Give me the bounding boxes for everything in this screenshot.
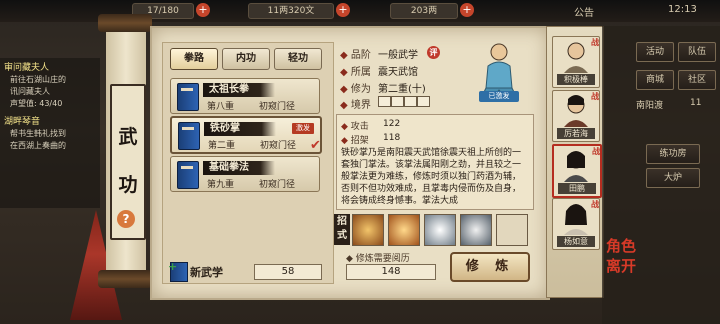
character-card-selected[interactable]: 战 田鹏: [552, 144, 602, 198]
skill-level: 第九重: [207, 180, 235, 190]
skill-description-box: ◆ 攻击 122 ◆ 招架 118 铁砂掌乃是南阳震天武馆徐震天祖上所创的一套独…: [336, 114, 534, 210]
location-count: 11: [690, 98, 702, 108]
add-gold-button[interactable]: +: [460, 3, 474, 17]
realm-slot: [417, 96, 430, 107]
realm-label: ◆ 境界: [340, 100, 371, 111]
quest-line: 在西湖上奏曲的: [10, 141, 66, 150]
realm-slot: [391, 96, 404, 107]
character-card[interactable]: 战 厉若海: [552, 90, 600, 142]
skill-book-icon: [178, 122, 200, 150]
quest-line: 声望值: 43/40: [10, 99, 63, 108]
grade-label: ◆ 品阶: [340, 50, 371, 61]
battle-tag: 战: [592, 147, 600, 156]
quest-line: 讯问藏夫人: [10, 87, 50, 96]
role-leave-button[interactable]: 角色 离开: [606, 236, 636, 276]
tab-internal[interactable]: 内功: [222, 48, 270, 70]
skill-item[interactable]: 太祖长拳 第八重 初窥门径: [170, 78, 320, 114]
character-card[interactable]: 战 积极棒: [552, 36, 600, 88]
skill-rank: 初窥门径: [259, 180, 296, 190]
move-slash-icon[interactable]: [352, 214, 384, 246]
activated-tag: 已激发: [479, 91, 519, 102]
move-strike-icon[interactable]: [388, 214, 420, 246]
cultivation-label: ◆ 修为: [340, 84, 371, 95]
team-button[interactable]: 队伍: [678, 42, 716, 62]
character-portrait: [564, 204, 588, 235]
quest-title[interactable]: 湖畔琴音: [4, 114, 40, 127]
skill-rank: 初窥门径: [260, 141, 297, 151]
location-label: 南阳渡: [636, 101, 664, 111]
skill-item[interactable]: 基础拳法 第九重 初窥门径: [170, 156, 320, 192]
scroll-rod-top: [98, 14, 152, 32]
quest-title[interactable]: 审问藏夫人: [4, 60, 49, 73]
community-button[interactable]: 社区: [678, 70, 716, 90]
move-palm-icon[interactable]: [460, 214, 492, 246]
skill-rank: 初窥门径: [259, 102, 296, 112]
skill-name: 基础拳法: [209, 162, 249, 173]
shop-button[interactable]: 商城: [636, 70, 674, 90]
character-name: 厉若海: [557, 128, 595, 139]
battle-tag: 战: [591, 38, 599, 47]
character-name: 田鹏: [558, 183, 596, 194]
cultivation-value: 第二重(十): [378, 84, 426, 95]
role-text: 角色: [606, 237, 637, 255]
activated-badge: 激发: [292, 123, 314, 134]
attack-label: ◆ 攻击: [341, 122, 369, 132]
battle-tag: 战: [591, 92, 599, 101]
event-button[interactable]: 活动: [636, 42, 674, 62]
new-skill-label: 新武学: [190, 266, 223, 279]
character-name: 杨如意: [557, 236, 595, 247]
new-skill-button[interactable]: + 新武学: [168, 260, 248, 282]
skill-description: 铁砂掌乃是南阳震天武馆徐震天祖上所创的一套独门掌法。该掌法属阳刚之劲，并且较之一…: [341, 148, 522, 206]
tab-fist[interactable]: 拳路: [170, 48, 218, 70]
train-cost-label: ◆ 修炼需要阅历: [346, 254, 410, 264]
attack-value: 122: [383, 119, 401, 129]
skill-name: 太祖长拳: [209, 84, 249, 95]
skill-item-selected[interactable]: 铁砂掌 第二重 初窥门径 激发 ✔: [170, 116, 322, 154]
plus-icon: +: [168, 260, 178, 273]
tab-lightness[interactable]: 轻功: [274, 48, 322, 70]
checkmark-icon: ✔: [310, 138, 321, 153]
character-portrait: [564, 151, 588, 182]
leave-text: 离开: [606, 257, 637, 275]
skill-level: 第八重: [207, 102, 235, 112]
clock: 12:13: [668, 4, 697, 15]
move-wind-icon[interactable]: [424, 214, 456, 246]
help-icon[interactable]: ?: [117, 210, 135, 228]
quest-line: 前往石湖山庄的: [10, 75, 66, 84]
character-portrait: [564, 95, 588, 127]
skill-points-value: 58: [254, 264, 322, 280]
gold-counter: 203两: [390, 3, 458, 19]
realm-slot: [404, 96, 417, 107]
character-name: 积极棒: [557, 74, 595, 85]
skill-level: 第二重: [208, 141, 236, 151]
faction-value: 震天武馆: [378, 67, 418, 78]
character-card[interactable]: 战 杨如意: [552, 198, 600, 250]
evaluate-icon[interactable]: 评: [427, 46, 440, 59]
realm-slot: [378, 96, 391, 107]
battle-tag: 战: [591, 200, 599, 209]
parry-value: 118: [383, 133, 401, 143]
skill-book-icon: [177, 161, 199, 189]
train-button[interactable]: 修 炼: [450, 252, 530, 282]
add-stamina-button[interactable]: +: [196, 3, 210, 17]
skill-name: 铁砂掌: [210, 123, 240, 134]
practice-room-button[interactable]: 练功房: [646, 144, 700, 164]
quest-tracker[interactable]: 审问藏夫人 前往石湖山庄的 讯问藏夫人 声望值: 43/40 湖畔琴音 帮书生韩…: [0, 58, 100, 208]
character-portrait: [564, 42, 588, 73]
add-money-button[interactable]: +: [336, 3, 350, 17]
skill-book-icon: [177, 83, 199, 111]
title-char: 武: [118, 126, 138, 148]
grade-value: 一般武学: [378, 50, 418, 61]
announcement-button[interactable]: 公告: [574, 4, 594, 19]
faction-label: ◆ 所属: [340, 67, 371, 78]
quest-line: 帮书生韩礼找到: [10, 129, 66, 138]
furnace-button[interactable]: 大炉: [646, 168, 700, 188]
title-char: 功: [118, 174, 138, 196]
parry-label: ◆ 招架: [341, 136, 369, 146]
move-empty-slot: [496, 214, 528, 246]
moves-label: 招式: [334, 214, 350, 245]
scroll-rod-bottom: [98, 270, 152, 288]
train-cost-value: 148: [346, 264, 436, 280]
money-counter: 11两320文: [248, 3, 334, 19]
